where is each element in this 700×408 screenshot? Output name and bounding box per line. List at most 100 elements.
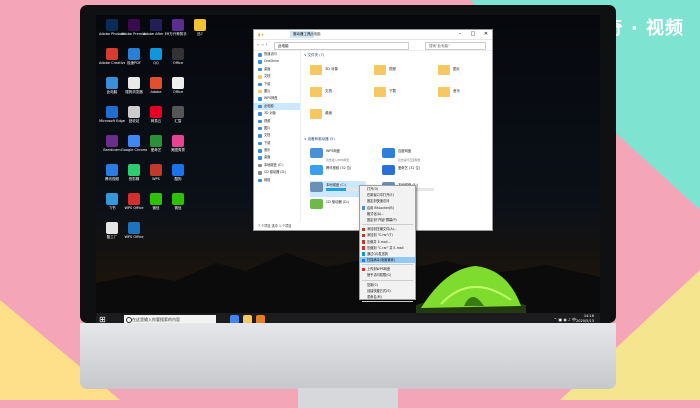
desktop-icon[interactable]: 汇智 xyxy=(165,106,191,123)
nav-item[interactable]: 文档 xyxy=(254,132,300,139)
nav-item-icon xyxy=(258,75,262,79)
nav-item[interactable]: 音乐 xyxy=(254,147,300,154)
app-icon xyxy=(194,19,206,31)
folder-item[interactable]: 下载 xyxy=(374,85,424,103)
tent-image xyxy=(416,266,526,315)
minimize-button[interactable]: – xyxy=(454,30,466,39)
nav-item[interactable]: WPS网盘 xyxy=(254,95,300,102)
context-menu-item[interactable]: 授予访问权限(G) xyxy=(360,272,415,278)
drive-subtitle: 双击进入WPS网盘 xyxy=(326,158,350,162)
drive-icon xyxy=(310,165,323,175)
menu-item-icon xyxy=(361,246,365,250)
folder-item[interactable]: 音乐 xyxy=(438,85,488,103)
address-path[interactable]: 此电脑 xyxy=(274,42,409,50)
drive-icon xyxy=(382,148,395,158)
nav-item[interactable]: 3D 对象 xyxy=(254,110,300,117)
nav-item[interactable]: 下载 xyxy=(254,81,300,88)
nav-item[interactable]: 桌面 xyxy=(254,154,300,161)
app-icon xyxy=(106,48,118,60)
nav-item-label: WPS网盘 xyxy=(264,96,278,101)
nav-item[interactable]: CD 驱动器 (D:) xyxy=(254,169,300,176)
desktop-icon[interactable]: Office xyxy=(165,77,191,94)
nav-item[interactable]: 文档 xyxy=(254,73,300,80)
maximize-button[interactable]: □ xyxy=(467,30,479,39)
folder-item[interactable]: 图片 xyxy=(438,63,488,81)
drives-header[interactable]: ∨ 设备和驱动器 (5) xyxy=(304,137,335,142)
nav-item-label: 图片 xyxy=(264,125,271,130)
nav-item-icon xyxy=(258,126,262,131)
drive-label: 腾讯视频 (32 位) xyxy=(326,166,352,170)
desktop-icon-label: 微信 xyxy=(174,206,182,210)
close-button[interactable]: ✕ xyxy=(480,30,492,39)
nav-item-icon xyxy=(258,104,262,109)
menu-item-icon xyxy=(361,258,365,263)
nav-item-icon xyxy=(258,119,262,124)
desktop-icon-label: Office xyxy=(172,61,184,65)
app-icon xyxy=(172,77,184,89)
nav-item[interactable]: OneDrive xyxy=(254,58,300,65)
drive-item[interactable]: 腾讯视频 (32 位) xyxy=(310,164,366,180)
nav-item[interactable]: 网络 xyxy=(254,177,300,184)
nav-item-label: 桌面 xyxy=(264,66,271,71)
folder-item[interactable]: 文档 xyxy=(310,85,360,103)
folder-item[interactable]: 视频 xyxy=(374,63,424,81)
nav-item[interactable]: 桌面 xyxy=(254,66,300,73)
folder-item[interactable]: 桌面 xyxy=(310,107,360,125)
monitor: Adobe PhotoshopAdobe PremiereAdobe After… xyxy=(80,5,616,408)
taskbar-search-placeholder: 在这里输入你要搜索的内容 xyxy=(132,317,180,322)
drive-item[interactable]: WPS网盘双击进入WPS网盘 xyxy=(310,147,366,163)
drive-item[interactable]: 本地磁盘 (C:) xyxy=(310,181,366,197)
drive-item[interactable]: CD 驱动器 (D:) xyxy=(310,198,366,214)
folder-label: 视频 xyxy=(389,67,396,71)
app-icon xyxy=(172,193,184,205)
app-icon xyxy=(106,164,118,176)
app-icon xyxy=(150,48,162,60)
nav-item-label: 快速访问 xyxy=(264,52,277,56)
desktop-icon[interactable]: 美图秀秀 xyxy=(165,135,191,152)
nav-item[interactable]: 图片 xyxy=(254,88,300,95)
app-icon xyxy=(106,222,118,234)
folders-header[interactable]: ∨ 文件夹 (7) xyxy=(304,53,324,58)
app-icon xyxy=(150,106,162,118)
drive-item[interactable]: 百度网盘 双击运行百度网盘 xyxy=(382,147,438,163)
app-icon xyxy=(128,19,140,31)
nav-item-icon xyxy=(258,149,262,153)
nav-item-label: 下载 xyxy=(264,81,271,86)
nav-item-label: OneDrive xyxy=(264,59,279,64)
app-icon xyxy=(172,135,184,147)
context-menu-item[interactable]: 固定到"开始"屏幕(P) xyxy=(360,217,415,223)
app-icon xyxy=(128,48,140,60)
nav-item[interactable]: 本地磁盘 (C:) xyxy=(254,162,300,169)
nav-item[interactable]: 图片 xyxy=(254,125,300,132)
folder-icon xyxy=(310,87,322,97)
folder-item[interactable]: 3D 对象 xyxy=(310,63,360,81)
context-menu-item[interactable]: 属性(R) xyxy=(360,303,415,309)
desktop-icon[interactable]: Office xyxy=(165,48,191,65)
context-menu-label: 上传到WPS网盘 xyxy=(367,267,391,272)
nav-item-icon xyxy=(258,53,262,57)
drive-icon xyxy=(310,199,323,209)
desktop-screen: Adobe PhotoshopAdobe PremiereAdobe After… xyxy=(96,15,600,326)
app-icon xyxy=(106,106,118,118)
nav-item[interactable]: 视频 xyxy=(254,118,300,125)
desktop-icon[interactable]: WPS Office xyxy=(121,222,147,239)
nav-item-icon xyxy=(258,134,262,138)
drive-label: WPS网盘 xyxy=(326,149,340,153)
context-menu-item[interactable]: 扫描病毒(电脑管家) xyxy=(360,257,415,264)
nav-item[interactable]: 此电脑 xyxy=(254,102,300,111)
context-menu-label: 打开(O) xyxy=(367,187,379,191)
explorer-titlebar[interactable]: ▮ ▾ 驱动器工具 此电脑 – □ ✕ xyxy=(254,30,492,40)
nav-item-label: 本地磁盘 (C:) xyxy=(264,162,284,167)
app-icon xyxy=(172,48,184,60)
nav-item[interactable]: 下载 xyxy=(254,140,300,147)
drive-item[interactable]: 爱奇艺 (32 位) xyxy=(382,164,438,180)
nav-item-label: 网络 xyxy=(264,177,271,182)
desktop-icon[interactable]: 微信 xyxy=(165,193,191,210)
explorer-search-input[interactable]: 搜索"此电脑" xyxy=(425,42,486,50)
context-menu-item[interactable]: 重命名(M) xyxy=(360,294,415,300)
desktop-icon[interactable]: 迅7 xyxy=(187,19,213,36)
desktop-icon[interactable]: 酷狗 xyxy=(165,164,191,181)
nav-item[interactable]: 快速访问 xyxy=(254,51,300,58)
back-forward-icons[interactable]: ← → ↑ xyxy=(257,40,268,50)
app-icon xyxy=(128,135,140,147)
